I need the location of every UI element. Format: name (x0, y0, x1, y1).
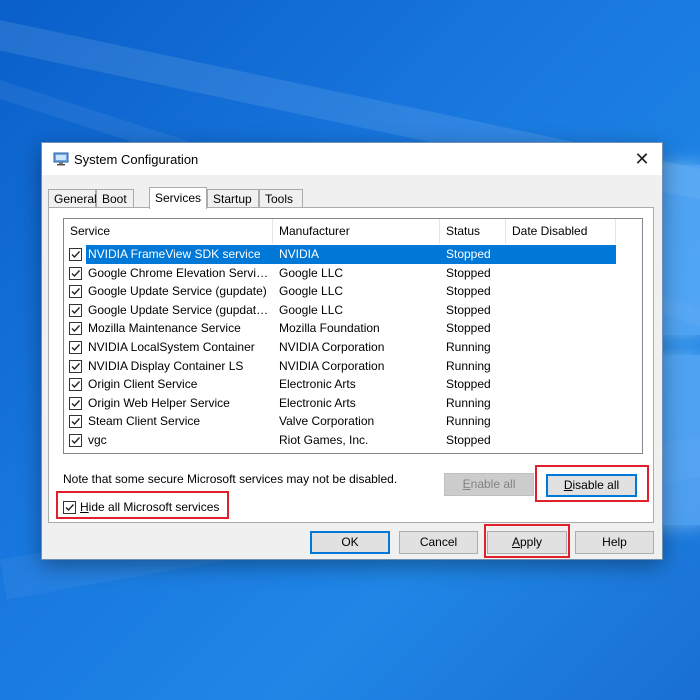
hide-microsoft-services-checkbox-box[interactable] (63, 500, 76, 514)
title-bar: System Configuration ✕ (42, 143, 662, 175)
service-name: Mozilla Maintenance Service (88, 321, 241, 336)
service-status: Stopped (446, 247, 491, 261)
column-service[interactable]: Service (64, 219, 273, 244)
service-checkbox[interactable] (69, 415, 82, 429)
checkmark-icon (71, 325, 81, 333)
checkmark-icon (71, 344, 81, 352)
checkmark-icon (71, 362, 81, 370)
tab-startup[interactable]: Startup (207, 189, 259, 208)
service-manufacturer: Google LLC (279, 302, 344, 317)
ok-button[interactable]: OK (310, 531, 390, 554)
checkmark-icon (71, 288, 81, 296)
tab-boot[interactable]: Boot (96, 189, 134, 208)
service-checkbox[interactable] (69, 396, 82, 410)
service-checkbox[interactable] (69, 378, 82, 392)
service-manufacturer: Google LLC (279, 284, 344, 299)
service-row[interactable]: NVIDIA FrameView SDK service NVIDIA Stoppe… (64, 245, 642, 264)
service-manufacturer: Electronic Arts (279, 395, 356, 410)
service-name: Steam Client Service (88, 414, 201, 429)
services-list-header: Service Manufacturer Status Date Disable… (64, 219, 642, 244)
service-checkbox[interactable] (69, 266, 82, 280)
service-status: Running (446, 395, 491, 410)
service-name: NVIDIA Display Container LS (88, 358, 244, 373)
service-row[interactable]: Google Chrome Elevation Servic... Google … (64, 264, 642, 283)
service-status: Running (446, 358, 491, 373)
service-manufacturer: Mozilla Foundation (279, 321, 380, 336)
service-checkbox[interactable] (69, 285, 82, 299)
cancel-button[interactable]: Cancel (399, 531, 478, 554)
service-row[interactable]: Origin Web Helper Service Electronic Arts… (64, 394, 642, 413)
service-manufacturer: Google LLC (279, 265, 344, 280)
service-row[interactable]: Google Update Service (gupdatem) Google L… (64, 301, 642, 320)
services-list[interactable]: Service Manufacturer Status Date Disable… (63, 218, 643, 454)
checkmark-icon (71, 399, 81, 407)
system-configuration-icon (53, 152, 69, 166)
service-checkbox[interactable] (69, 322, 82, 336)
checkmark-icon (71, 269, 81, 277)
service-status: Stopped (446, 284, 491, 299)
service-name: Google Update Service (gupdate) (88, 284, 267, 299)
service-manufacturer: Riot Games, Inc. (279, 433, 369, 447)
service-manufacturer: NVIDIA Corporation (279, 340, 385, 354)
disable-all-button[interactable]: Disable all (546, 474, 637, 497)
service-name: NVIDIA LocalSystem Container (88, 340, 255, 354)
service-row[interactable]: vgc Riot Games, Inc. Stopped (64, 431, 642, 450)
service-manufacturer: Electronic Arts (279, 377, 356, 392)
service-status: Stopped (446, 433, 491, 447)
checkmark-icon (71, 251, 81, 259)
service-checkbox[interactable] (69, 359, 82, 373)
service-status: Running (446, 340, 491, 354)
system-configuration-dialog: System Configuration ✕ General Boot Serv… (41, 142, 663, 560)
service-name: Origin Client Service (88, 377, 198, 392)
service-name: Origin Web Helper Service (88, 395, 230, 410)
services-tab-panel: Service Manufacturer Status Date Disable… (48, 207, 654, 523)
service-status: Stopped (446, 321, 491, 336)
checkmark-icon (71, 418, 81, 426)
service-checkbox[interactable] (69, 248, 82, 261)
service-row[interactable]: Steam Client Service Valve Corporation Run… (64, 412, 642, 431)
apply-button[interactable]: Apply (487, 531, 567, 554)
close-icon: ✕ (634, 148, 650, 169)
service-row[interactable]: Origin Client Service Electronic Arts Stop… (64, 375, 642, 394)
service-manufacturer: NVIDIA Corporation (279, 358, 385, 373)
window-title: System Configuration (74, 152, 199, 167)
close-button[interactable]: ✕ (622, 143, 662, 175)
service-checkbox[interactable] (69, 303, 82, 317)
service-status: Running (446, 414, 491, 429)
service-name: NVIDIA FrameView SDK service (88, 247, 261, 261)
service-status: Stopped (446, 377, 491, 392)
service-manufacturer: NVIDIA (279, 247, 320, 261)
service-row[interactable]: Mozilla Maintenance Service Mozilla Found… (64, 319, 642, 338)
service-status: Stopped (446, 302, 491, 317)
hide-microsoft-services-label: Hide all Microsoft services (80, 500, 220, 514)
service-name: Google Update Service (gupdatem) (88, 302, 272, 317)
hide-microsoft-services-checkbox[interactable]: Hide all Microsoft services (63, 498, 219, 516)
column-date-disabled[interactable]: Date Disabled (506, 219, 616, 244)
service-row[interactable]: NVIDIA Display Container LS NVIDIA Corpor… (64, 357, 642, 376)
secure-services-note: Note that some secure Microsoft services… (63, 472, 398, 486)
service-name: Google Chrome Elevation Servic... (88, 265, 272, 280)
tab-general[interactable]: General (48, 189, 97, 208)
checkmark-icon (71, 306, 81, 314)
service-manufacturer: Valve Corporation (279, 414, 375, 429)
service-status: Stopped (446, 265, 491, 280)
checkmark-icon (71, 437, 81, 445)
tab-services[interactable]: Services (149, 187, 207, 209)
checkmark-icon (65, 503, 75, 511)
column-status[interactable]: Status (440, 219, 506, 244)
help-button[interactable]: Help (575, 531, 654, 554)
enable-all-button[interactable]: Enable all (444, 473, 534, 496)
checkmark-icon (71, 381, 81, 389)
service-checkbox[interactable] (69, 341, 82, 354)
service-row[interactable]: NVIDIA LocalSystem Container NVIDIA Corpo… (64, 338, 642, 357)
service-checkbox[interactable] (69, 434, 82, 447)
column-manufacturer[interactable]: Manufacturer (273, 219, 440, 244)
service-row[interactable]: Google Update Service (gupdate) Google LL… (64, 282, 642, 301)
service-name: vgc (88, 433, 107, 447)
tab-tools[interactable]: Tools (259, 189, 303, 208)
